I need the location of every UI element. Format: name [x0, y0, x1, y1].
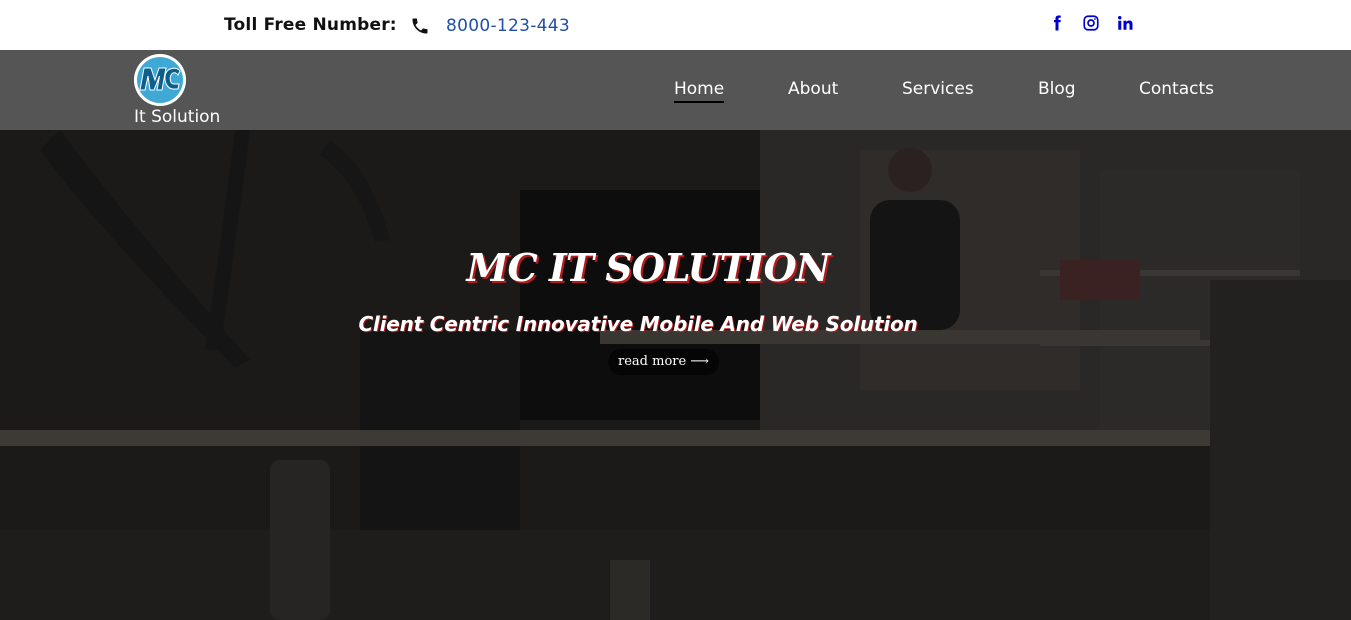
phone-number-link[interactable]: 8000-123-443	[446, 16, 570, 36]
hero-subtitle: Client Centric Innovative Mobile And Web…	[358, 312, 918, 336]
logo-text: It Solution	[134, 107, 221, 127]
main-navbar: It Solution Home About Services Blog Con…	[0, 50, 1351, 130]
hero-title: MC IT SOLUTION	[466, 245, 830, 290]
instagram-icon[interactable]	[1082, 14, 1100, 32]
facebook-icon[interactable]	[1048, 14, 1066, 32]
company-logo[interactable]	[134, 54, 186, 106]
nav-about[interactable]: About	[788, 79, 838, 99]
nav-home[interactable]: Home	[674, 79, 725, 103]
nav-services[interactable]: Services	[902, 79, 974, 99]
top-bar: Toll Free Number: 8000-123-443	[0, 0, 1351, 50]
nav-contacts[interactable]: Contacts	[1139, 79, 1214, 99]
read-more-button[interactable]: read more ⟶	[608, 349, 719, 375]
hero-background-image	[0, 130, 1351, 620]
linkedin-icon[interactable]	[1116, 14, 1134, 32]
hero-section: MC IT SOLUTION Client Centric Innovative…	[0, 130, 1351, 620]
nav-blog[interactable]: Blog	[1038, 79, 1076, 99]
phone-icon	[410, 16, 430, 36]
toll-free-label: Toll Free Number:	[224, 15, 397, 35]
